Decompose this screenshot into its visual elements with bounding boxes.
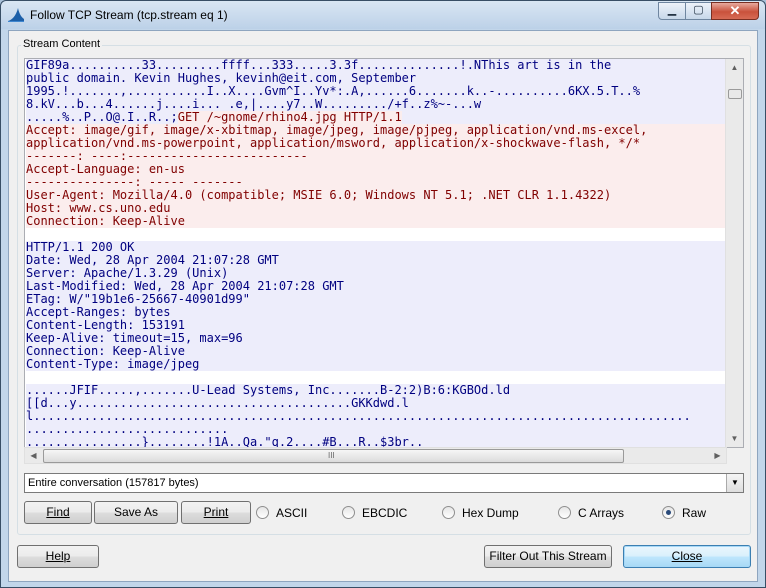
format-carrays-radio[interactable]: C Arrays xyxy=(558,506,624,522)
filter-out-stream-button[interactable]: Filter Out This Stream xyxy=(484,545,612,568)
stream-line xyxy=(26,371,726,384)
radio-selected-icon xyxy=(662,506,675,519)
maximize-button[interactable]: ▢ xyxy=(685,2,712,20)
print-button[interactable]: Print xyxy=(181,501,251,524)
format-ascii-radio[interactable]: ASCII xyxy=(256,506,307,522)
scroll-down-icon[interactable]: ▼ xyxy=(726,430,743,447)
scroll-up-icon[interactable]: ▲ xyxy=(726,59,743,76)
stream-line: -------: ----:------------------------- xyxy=(26,150,726,163)
help-button[interactable]: Help xyxy=(17,545,99,568)
stream-line: ---------------: ----- ------- xyxy=(26,176,726,189)
vertical-scroll-thumb[interactable] xyxy=(728,89,742,99)
stream-line: User-Agent: Mozilla/4.0 (compatible; MSI… xyxy=(26,189,726,202)
stream-line: Content-Type: image/jpeg xyxy=(26,358,726,371)
stream-line: Connection: Keep-Alive xyxy=(26,345,726,358)
filter-out-button-label: Filter Out This Stream xyxy=(489,549,607,563)
find-button-label: Find xyxy=(46,505,70,519)
scroll-right-icon[interactable]: ▶ xyxy=(709,448,726,463)
format-ebcdic-radio[interactable]: EBCDIC xyxy=(342,506,407,522)
stream-line: Date: Wed, 28 Apr 2004 21:07:28 GMT xyxy=(26,254,726,267)
stream-line: l.......................................… xyxy=(26,410,726,423)
stream-line: 1995.!.......,...........I..X....Gvm^I..… xyxy=(26,85,726,98)
stream-line: Connection: Keep-Alive xyxy=(26,215,726,228)
find-button[interactable]: Find xyxy=(24,501,92,524)
format-ebcdic-label: EBCDIC xyxy=(362,506,408,520)
radio-circle-icon xyxy=(342,506,355,519)
scroll-grip-icon: III xyxy=(328,451,335,460)
radio-circle-icon xyxy=(442,506,455,519)
vertical-scrollbar[interactable]: ▲ ▼ xyxy=(725,59,743,447)
save-as-button[interactable]: Save As xyxy=(94,501,178,524)
format-hexdump-radio[interactable]: Hex Dump xyxy=(442,506,519,522)
stream-line: Last-Modified: Wed, 28 Apr 2004 21:07:28… xyxy=(26,280,726,293)
close-button-label: Close xyxy=(671,549,703,563)
stream-line: Accept-Ranges: bytes xyxy=(26,306,726,319)
conversation-select-value: Entire conversation (157817 bytes) xyxy=(28,477,199,489)
stream-line-server-part: .....%..P..O@.I..R..; xyxy=(26,111,178,124)
stream-line: Keep-Alive: timeout=15, max=96 xyxy=(26,332,726,345)
conversation-select[interactable]: Entire conversation (157817 bytes) ▼ xyxy=(24,473,744,493)
stream-line xyxy=(26,228,726,241)
stream-line-client-part: GET /~gnome/rhino4.jpg HTTP/1.1 xyxy=(177,111,402,124)
wireshark-fin-icon xyxy=(8,8,24,22)
radio-circle-icon xyxy=(558,506,571,519)
dialog-client-area: Stream Content GIF89a..........33.......… xyxy=(8,30,758,582)
stream-line: Server: Apache/1.3.29 (Unix) xyxy=(26,267,726,280)
stream-text-area[interactable]: GIF89a..........33.........ffff...333...… xyxy=(26,59,726,447)
radio-circle-icon xyxy=(256,506,269,519)
print-button-label: Print xyxy=(203,505,229,519)
stream-line: HTTP/1.1 200 OK xyxy=(26,241,726,254)
window-title: Follow TCP Stream (tcp.stream eq 1) xyxy=(30,8,228,22)
stream-line: ............................ xyxy=(26,423,726,436)
format-raw-label: Raw xyxy=(682,506,707,520)
stream-line: Accept: image/gif, image/x-xbitmap, imag… xyxy=(26,124,726,137)
format-carrays-label: C Arrays xyxy=(578,506,625,520)
format-hexdump-label: Hex Dump xyxy=(462,506,519,520)
stream-content-label: Stream Content xyxy=(21,38,103,50)
help-button-label: Help xyxy=(45,549,71,563)
stream-line: ......JFIF.....,.......U-Lead Systems, I… xyxy=(26,384,726,397)
title-bar[interactable]: Follow TCP Stream (tcp.stream eq 1) ▁ ▢ … xyxy=(1,1,765,29)
stream-line: ................}........!1A..Qa."q.2...… xyxy=(26,436,726,447)
save-as-button-label: Save As xyxy=(113,505,159,519)
format-ascii-label: ASCII xyxy=(276,506,308,520)
stream-line: GIF89a..........33.........ffff...333...… xyxy=(26,59,726,72)
chevron-down-icon[interactable]: ▼ xyxy=(726,474,743,492)
horizontal-scroll-thumb[interactable]: III xyxy=(43,449,624,463)
follow-tcp-stream-window: Follow TCP Stream (tcp.stream eq 1) ▁ ▢ … xyxy=(0,0,766,588)
stream-line: .....%..P..O@.I..R..;GET /~gnome/rhino4.… xyxy=(26,111,726,124)
stream-content-view[interactable]: GIF89a..........33.........ffff...333...… xyxy=(24,58,744,448)
stream-line: Accept-Language: en-us xyxy=(26,163,726,176)
horizontal-scrollbar[interactable]: ◀ III ▶ xyxy=(24,447,727,464)
close-button[interactable]: Close xyxy=(623,545,751,568)
stream-line: application/vnd.ms-powerpoint, applicati… xyxy=(26,137,726,150)
stream-line: ETag: W/"19b1e6-25667-40901d99" xyxy=(26,293,726,306)
stream-line: 8.kV...b...4......j....i... .e,|....y7..… xyxy=(26,98,726,111)
stream-line: [[d...y.................................… xyxy=(26,397,726,410)
stream-line: Content-Length: 153191 xyxy=(26,319,726,332)
minimize-button[interactable]: ▁ xyxy=(658,2,686,20)
format-raw-radio[interactable]: Raw xyxy=(662,506,706,522)
stream-line: Host: www.cs.uno.edu xyxy=(26,202,726,215)
stream-line: public domain. Kevin Hughes, kevinh@eit.… xyxy=(26,72,726,85)
scroll-left-icon[interactable]: ◀ xyxy=(25,448,42,463)
close-window-button[interactable]: ✕ xyxy=(711,2,759,20)
